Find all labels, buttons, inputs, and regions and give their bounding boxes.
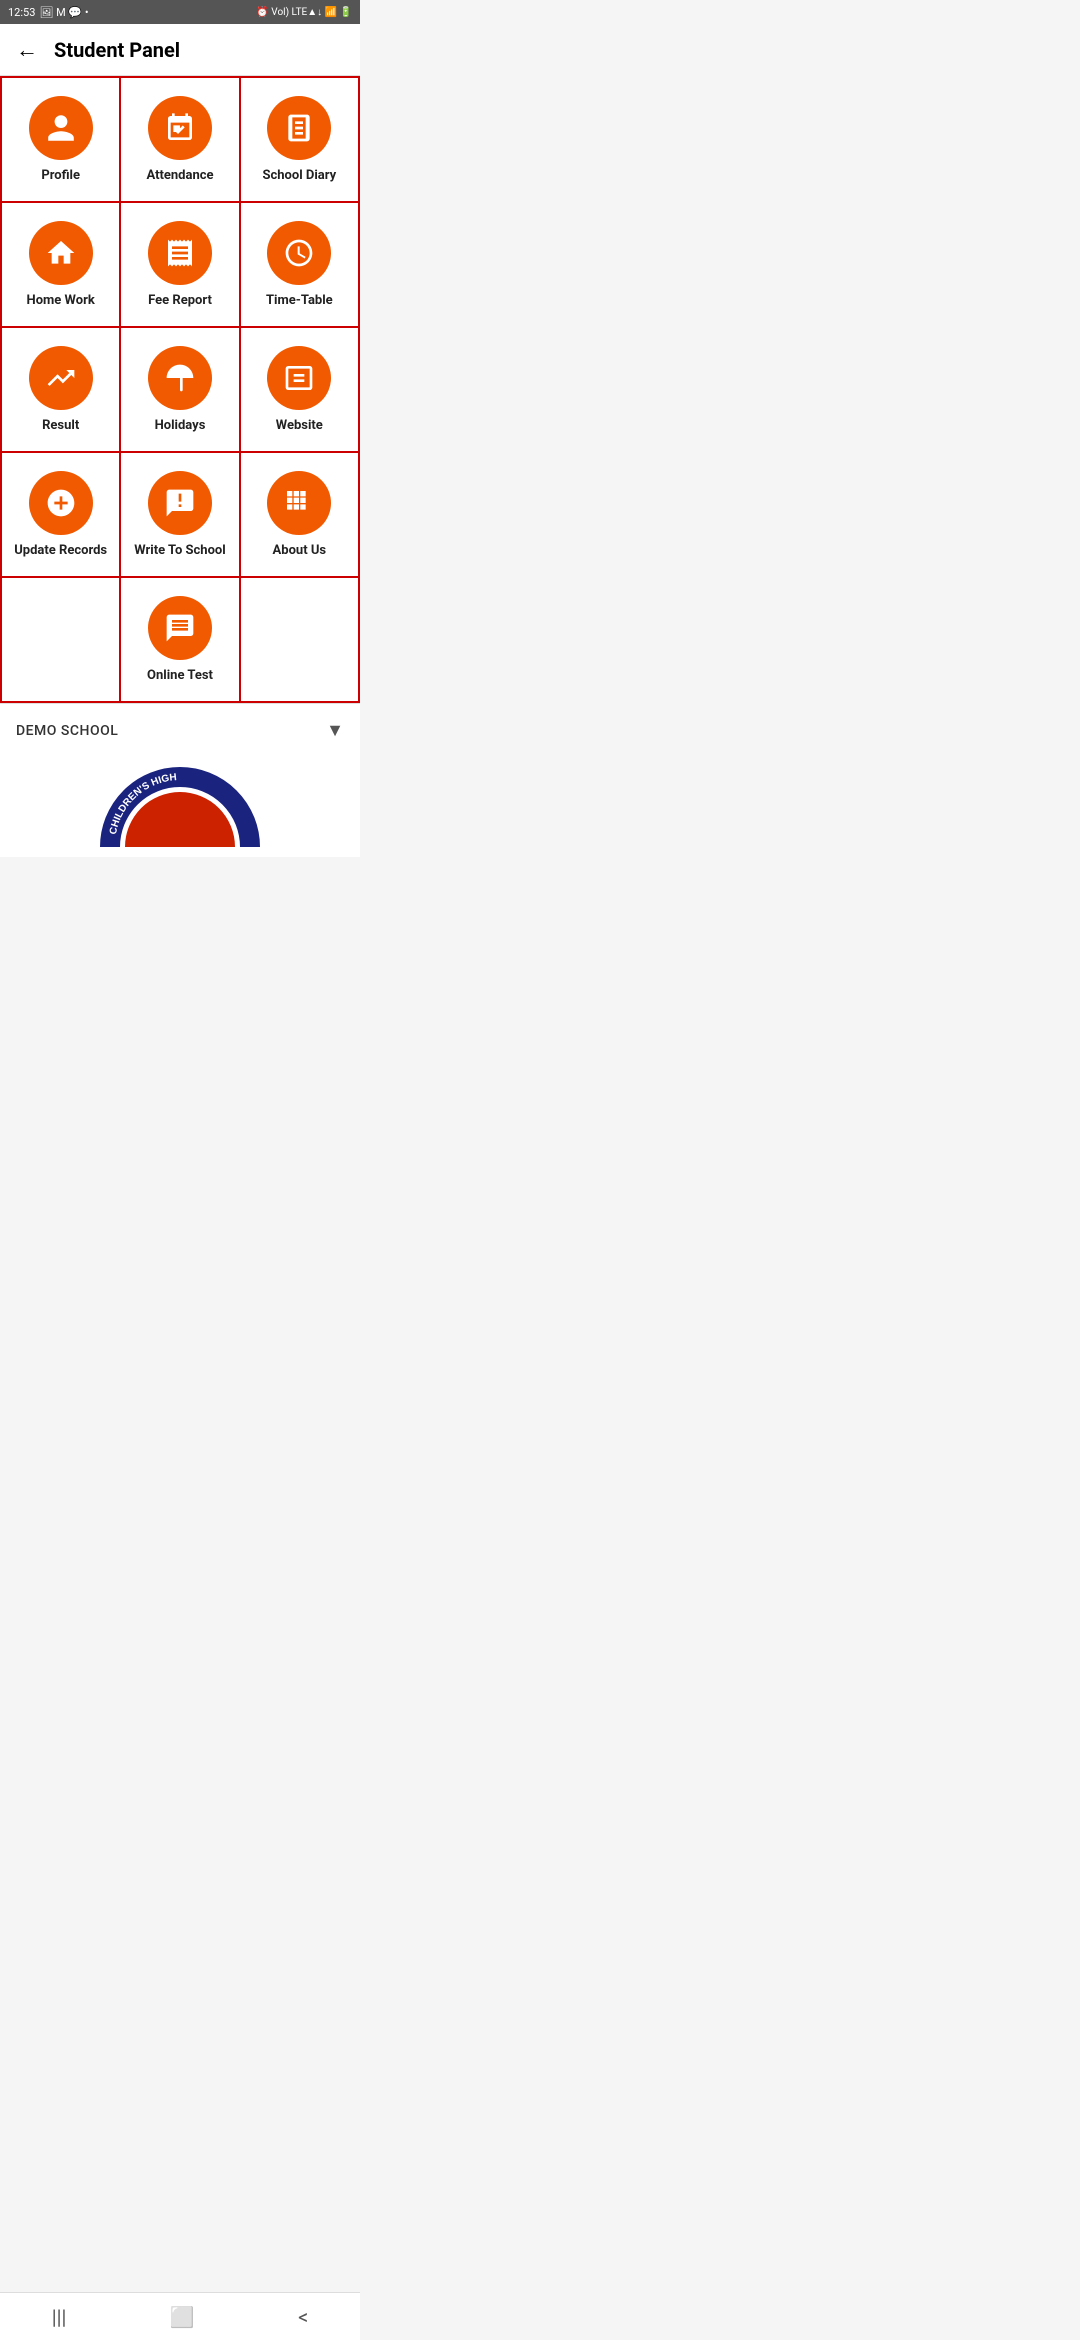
result-icon-circle	[29, 346, 93, 410]
result-label: Result	[42, 418, 79, 433]
menu-item-attendance[interactable]: Attendance	[121, 78, 240, 201]
nav-menu-button[interactable]: |||	[28, 2297, 91, 2337]
website-icon-circle	[267, 346, 331, 410]
back-button[interactable]: ←	[16, 37, 38, 63]
fee-report-icon-circle	[148, 221, 212, 285]
dropdown-arrow-icon: ▼	[326, 720, 344, 741]
time-table-label: Time-Table	[266, 293, 333, 308]
school-logo: CHILDREN'S HIGH	[100, 767, 260, 857]
clock-icon	[283, 237, 315, 269]
menu-item-about-us[interactable]: About Us	[241, 453, 358, 576]
update-records-label: Update Records	[14, 543, 107, 558]
fee-report-label: Fee Report	[148, 293, 212, 308]
home-icon	[45, 237, 77, 269]
menu-item-time-table[interactable]: Time-Table	[241, 203, 358, 326]
receipt-icon	[164, 237, 196, 269]
plus-circle-icon	[45, 487, 77, 519]
menu-item-home-work[interactable]: Home Work	[2, 203, 121, 326]
time-table-icon-circle	[267, 221, 331, 285]
status-bar: 12:53 🖼 M 💬 • ⏰ Vol) LTE▲↓ 📶 🔋	[0, 0, 360, 24]
school-diary-icon-circle	[267, 96, 331, 160]
home-work-label: Home Work	[27, 293, 95, 308]
chat-icon	[164, 612, 196, 644]
menu-item-school-diary[interactable]: School Diary	[241, 78, 358, 201]
grid-icon	[283, 487, 315, 519]
about-us-icon-circle	[267, 471, 331, 535]
profile-label: Profile	[41, 168, 80, 183]
home-work-icon-circle	[29, 221, 93, 285]
school-name: DEMO SCHOOL	[16, 723, 118, 739]
menu-item-online-test[interactable]: Online Test	[121, 578, 240, 701]
empty-cell-left	[2, 578, 121, 701]
menu-item-website[interactable]: Website	[241, 328, 358, 451]
calendar-check-icon	[164, 112, 196, 144]
bottom-navigation: ||| ⬜ <	[0, 2292, 360, 2340]
page-title: Student Panel	[54, 38, 180, 62]
attendance-icon-circle	[148, 96, 212, 160]
grid-row-3: Result Holidays Website	[2, 328, 358, 453]
update-records-icon-circle	[29, 471, 93, 535]
person-icon	[45, 112, 77, 144]
school-selector[interactable]: DEMO SCHOOL ▼	[0, 703, 360, 757]
grid-row-4: Update Records Write To School About Us	[2, 453, 358, 578]
menu-item-fee-report[interactable]: Fee Report	[121, 203, 240, 326]
logo-area: CHILDREN'S HIGH	[0, 757, 360, 857]
status-time: 12:53 🖼 M 💬 •	[8, 6, 89, 19]
menu-item-result[interactable]: Result	[2, 328, 121, 451]
school-diary-label: School Diary	[262, 168, 336, 183]
menu-item-write-to-school[interactable]: Write To School	[121, 453, 240, 576]
nav-back-button[interactable]: <	[274, 2297, 332, 2337]
menu-grid: Profile Attendance School Diary Home Wor…	[0, 76, 360, 703]
write-to-school-icon-circle	[148, 471, 212, 535]
menu-item-profile[interactable]: Profile	[2, 78, 121, 201]
umbrella-icon	[164, 362, 196, 394]
website-label: Website	[276, 418, 323, 433]
about-us-label: About Us	[273, 543, 327, 558]
online-test-icon-circle	[148, 596, 212, 660]
grid-row-5: Online Test	[2, 578, 358, 701]
holidays-icon-circle	[148, 346, 212, 410]
online-test-label: Online Test	[147, 668, 213, 683]
profile-icon-circle	[29, 96, 93, 160]
menu-item-update-records[interactable]: Update Records	[2, 453, 121, 576]
grid-row-2: Home Work Fee Report Time-Table	[2, 203, 358, 328]
status-icons: ⏰ Vol) LTE▲↓ 📶 🔋	[256, 7, 352, 18]
trending-up-icon	[45, 362, 77, 394]
grid-row-1: Profile Attendance School Diary	[2, 78, 358, 203]
message-alert-icon	[164, 487, 196, 519]
app-header: ← Student Panel	[0, 24, 360, 76]
nav-home-button[interactable]: ⬜	[146, 2297, 219, 2337]
attendance-label: Attendance	[146, 168, 213, 183]
book-icon	[283, 112, 315, 144]
web-icon	[283, 362, 315, 394]
menu-item-holidays[interactable]: Holidays	[121, 328, 240, 451]
holidays-label: Holidays	[155, 418, 206, 433]
empty-cell-right	[241, 578, 358, 701]
write-to-school-label: Write To School	[134, 543, 225, 558]
